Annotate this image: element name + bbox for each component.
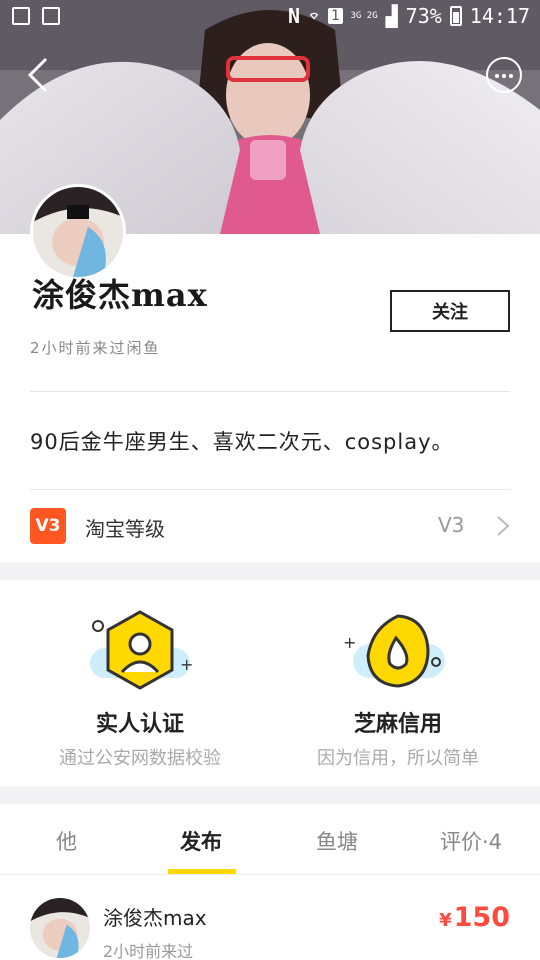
price-value: 150 <box>453 902 510 933</box>
status-bar: N ⌔ 1 3G 2G ▟ 73% 14:17 <box>0 0 540 36</box>
profile-name: 涂俊杰max <box>32 276 208 314</box>
seller-name[interactable]: 涂俊杰max <box>103 902 207 931</box>
avatar-photo-icon <box>30 898 90 958</box>
more-dot-icon <box>495 74 499 78</box>
verify-subtitle: 因为信用，所以简单 <box>317 748 479 769</box>
more-dot-icon <box>502 74 506 78</box>
network-type: 3G 2G <box>350 11 378 21</box>
tab-published[interactable]: 发布 <box>180 826 222 856</box>
tab-fish-pond[interactable]: 鱼塘 <box>316 826 358 856</box>
tab-reviews[interactable]: 评价·4 <box>440 826 502 856</box>
profile-bio: 90后金牛座男生、喜欢二次元、cosplay。 <box>30 430 454 454</box>
svg-text:+: + <box>343 633 356 652</box>
follow-button[interactable]: 关注 <box>390 290 510 332</box>
tab-him[interactable]: 他 <box>56 826 77 856</box>
download-notification-icon <box>42 7 60 25</box>
divider <box>30 489 510 490</box>
svg-text:+: + <box>180 655 193 674</box>
taobao-level-value: V3 <box>438 513 465 537</box>
seller-avatar[interactable] <box>30 898 90 958</box>
more-dot-icon <box>509 74 513 78</box>
listing-time: 2小时前来过 <box>103 942 194 960</box>
nfc-icon: N <box>287 4 301 28</box>
id-verify-icon: + <box>90 610 193 690</box>
taobao-level-label[interactable]: 淘宝等级 <box>85 513 165 542</box>
clock: 14:17 <box>469 4 530 28</box>
currency-symbol: ¥ <box>439 910 452 931</box>
last-seen-text: 2小时前来过闲鱼 <box>30 339 161 357</box>
sim-icon: 1 <box>328 8 343 24</box>
back-button[interactable] <box>22 55 58 95</box>
battery-percent: 73% <box>405 4 442 28</box>
listing-price: ¥150 <box>439 902 510 933</box>
divider <box>30 391 510 392</box>
real-name-verification[interactable]: + 实人认证 通过公安网数据校验 <box>40 608 240 770</box>
back-arrow-icon <box>27 57 48 93</box>
verify-subtitle: 通过公安网数据校验 <box>59 748 221 769</box>
taobao-level-icon: V3 <box>30 508 66 544</box>
chevron-right-icon[interactable] <box>496 515 510 537</box>
verify-title: 芝麻信用 <box>353 712 442 737</box>
profile-avatar[interactable] <box>30 184 126 280</box>
verify-title: 实人认证 <box>95 712 184 737</box>
avatar-photo-icon <box>33 187 123 277</box>
sesame-credit-icon: + <box>343 614 445 688</box>
divider <box>0 874 540 875</box>
signal-icon: ▟ <box>385 4 398 28</box>
battery-icon <box>449 6 462 26</box>
more-options-button[interactable] <box>486 57 522 93</box>
gallery-notification-icon <box>12 7 30 25</box>
sesame-credit[interactable]: + 芝麻信用 因为信用，所以简单 <box>298 608 498 770</box>
wifi-icon: ⌔ <box>308 4 321 28</box>
